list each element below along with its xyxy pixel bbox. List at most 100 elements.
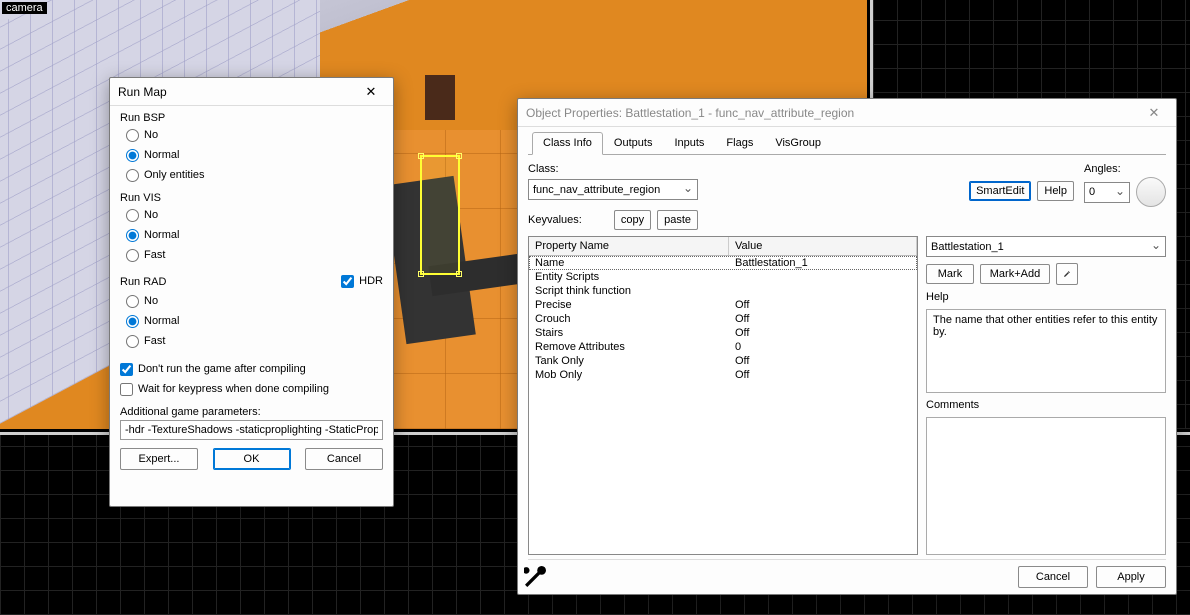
object-properties-dialog: Object Properties: Battlestation_1 - fun…: [517, 98, 1177, 595]
radio-vis-fast[interactable]: Fast: [126, 246, 383, 264]
cell-property-name: Mob Only: [529, 368, 729, 382]
paste-button[interactable]: paste: [657, 210, 698, 230]
radio-rad-normal[interactable]: Normal: [126, 312, 383, 330]
expert-button[interactable]: Expert...: [120, 448, 198, 470]
cell-value: 0: [729, 340, 917, 354]
run-map-dialog: Run Map ✕ Run BSP No Normal Only entitie…: [109, 77, 394, 507]
radio-label: Normal: [144, 229, 179, 241]
cell-property-name: Name: [529, 256, 729, 270]
apply-button[interactable]: Apply: [1096, 566, 1166, 588]
copy-button[interactable]: copy: [614, 210, 651, 230]
table-row[interactable]: Script think function: [529, 284, 917, 298]
name-field-combo[interactable]: Battlestation_1: [926, 236, 1166, 257]
cell-property-name: Precise: [529, 298, 729, 312]
tab-class-info[interactable]: Class Info: [532, 132, 603, 155]
cell-value: Off: [729, 298, 917, 312]
help-section-label: Help: [926, 291, 1166, 303]
viewport-prop: [425, 75, 455, 120]
table-row[interactable]: Remove Attributes0: [529, 340, 917, 354]
cell-value: [729, 270, 917, 284]
keyvalues-label: Keyvalues:: [528, 214, 582, 226]
cell-value: Off: [729, 312, 917, 326]
combo-value: Battlestation_1: [931, 241, 1004, 253]
radio-vis-no[interactable]: No: [126, 206, 383, 224]
radio-label: No: [144, 295, 158, 307]
cancel-button[interactable]: Cancel: [1018, 566, 1088, 588]
close-icon[interactable]: ✕: [1140, 103, 1168, 123]
radio-label: Fast: [144, 249, 165, 261]
group-label-bsp: Run BSP: [120, 112, 383, 124]
eyedropper-icon[interactable]: [1056, 263, 1078, 285]
comments-textarea[interactable]: [926, 417, 1166, 555]
group-label-vis: Run VIS: [120, 192, 383, 204]
header-property-name[interactable]: Property Name: [529, 237, 729, 255]
checkbox-label: Wait for keypress when done compiling: [138, 383, 329, 395]
tab-outputs[interactable]: Outputs: [603, 132, 664, 155]
cancel-button[interactable]: Cancel: [305, 448, 383, 470]
cell-property-name: Tank Only: [529, 354, 729, 368]
radio-label: No: [144, 129, 158, 141]
keyvalues-table[interactable]: Property Name Value NameBattlestation_1E…: [528, 236, 918, 555]
params-input[interactable]: [120, 420, 383, 440]
combo-value: 0: [1089, 186, 1095, 198]
table-row[interactable]: PreciseOff: [529, 298, 917, 312]
table-row[interactable]: CrouchOff: [529, 312, 917, 326]
tab-visgroup[interactable]: VisGroup: [764, 132, 832, 155]
table-row[interactable]: Mob OnlyOff: [529, 368, 917, 382]
cell-value: Battlestation_1: [729, 256, 917, 270]
help-text-box: The name that other entities refer to th…: [926, 309, 1166, 393]
resize-grip-icon[interactable]: [524, 566, 546, 588]
radio-label: Only entities: [144, 169, 205, 181]
radio-bsp-entities[interactable]: Only entities: [126, 166, 383, 184]
group-label-rad: Run RAD: [120, 276, 166, 288]
cell-property-name: Script think function: [529, 284, 729, 298]
close-icon[interactable]: ✕: [357, 82, 385, 102]
radio-bsp-no[interactable]: No: [126, 126, 383, 144]
titlebar[interactable]: Run Map ✕: [110, 78, 393, 106]
comments-label: Comments: [926, 399, 1166, 411]
header-value[interactable]: Value: [729, 237, 917, 255]
radio-vis-normal[interactable]: Normal: [126, 226, 383, 244]
radio-label: Normal: [144, 149, 179, 161]
radio-rad-no[interactable]: No: [126, 292, 383, 310]
combo-value: func_nav_attribute_region: [533, 184, 660, 196]
radio-rad-fast[interactable]: Fast: [126, 332, 383, 350]
checkbox-label: HDR: [359, 275, 383, 287]
table-row[interactable]: Tank OnlyOff: [529, 354, 917, 368]
table-row[interactable]: StairsOff: [529, 326, 917, 340]
class-combo[interactable]: func_nav_attribute_region: [528, 179, 698, 200]
angles-label: Angles:: [1084, 163, 1166, 175]
tab-inputs[interactable]: Inputs: [663, 132, 715, 155]
cell-property-name: Stairs: [529, 326, 729, 340]
selection-outline[interactable]: [420, 155, 460, 275]
radio-bsp-normal[interactable]: Normal: [126, 146, 383, 164]
table-row[interactable]: Entity Scripts: [529, 270, 917, 284]
cell-value: Off: [729, 368, 917, 382]
viewport-label: camera: [2, 2, 47, 14]
tab-flags[interactable]: Flags: [715, 132, 764, 155]
dialog-title: Object Properties: Battlestation_1 - fun…: [526, 106, 854, 120]
mark-add-button[interactable]: Mark+Add: [980, 264, 1050, 284]
help-button[interactable]: Help: [1037, 181, 1074, 201]
table-row[interactable]: NameBattlestation_1: [529, 256, 917, 270]
cell-value: [729, 284, 917, 298]
cell-property-name: Crouch: [529, 312, 729, 326]
cell-property-name: Remove Attributes: [529, 340, 729, 354]
cell-value: Off: [729, 354, 917, 368]
titlebar[interactable]: Object Properties: Battlestation_1 - fun…: [518, 99, 1176, 127]
radio-label: Fast: [144, 335, 165, 347]
angles-combo[interactable]: 0: [1084, 182, 1130, 203]
radio-label: No: [144, 209, 158, 221]
checkbox-dont-run[interactable]: Don't run the game after compiling: [120, 360, 383, 378]
checkbox-hdr[interactable]: HDR: [341, 272, 383, 290]
cell-property-name: Entity Scripts: [529, 270, 729, 284]
ok-button[interactable]: OK: [213, 448, 291, 470]
angle-dial[interactable]: [1136, 177, 1166, 207]
smartedit-button[interactable]: SmartEdit: [969, 181, 1031, 201]
table-header: Property Name Value: [529, 237, 917, 256]
params-label: Additional game parameters:: [120, 406, 383, 418]
checkbox-label: Don't run the game after compiling: [138, 363, 306, 375]
checkbox-wait-keypress[interactable]: Wait for keypress when done compiling: [120, 380, 383, 398]
mark-button[interactable]: Mark: [926, 264, 974, 284]
dialog-title: Run Map: [118, 85, 167, 99]
